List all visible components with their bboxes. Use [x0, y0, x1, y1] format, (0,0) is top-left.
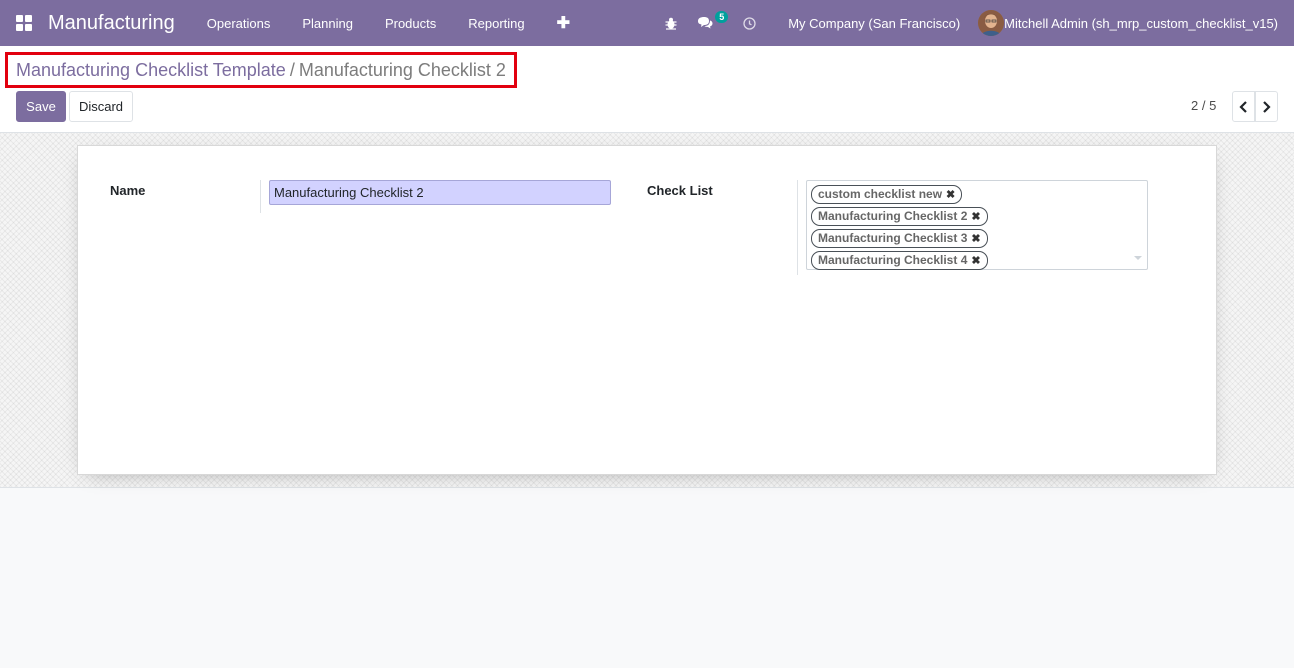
name-divider [260, 180, 261, 213]
form-sheet: Name Check List custom checklist new✖ Ma… [77, 145, 1217, 475]
pager-value[interactable]: 2 / 5 [1191, 98, 1216, 113]
apps-menu-icon[interactable] [0, 0, 48, 46]
breadcrumb-separator: / [289, 59, 295, 80]
menu-planning[interactable]: Planning [286, 0, 369, 46]
plus-icon[interactable]: ✚ [541, 0, 586, 46]
menu-operations[interactable]: Operations [191, 0, 287, 46]
tag-label: Manufacturing Checklist 4 [818, 253, 968, 267]
messages-badge: 5 [715, 11, 729, 23]
tag-label: Manufacturing Checklist 3 [818, 231, 968, 245]
clock-icon[interactable] [733, 0, 766, 46]
checklist-divider [797, 180, 798, 275]
checklist-tag: Manufacturing Checklist 4 ✖ [811, 251, 988, 270]
chat-icon[interactable]: 5 [687, 0, 733, 46]
company-switcher[interactable]: My Company (San Francisco) [766, 16, 978, 31]
tag-label: Manufacturing Checklist 2 [818, 209, 968, 223]
dropdown-caret-icon[interactable] [1134, 256, 1142, 260]
name-label: Name [110, 183, 146, 198]
user-menu[interactable]: Mitchell Admin (sh_mrp_custom_checklist_… [978, 10, 1294, 36]
chevron-right-icon [1263, 100, 1271, 113]
checklist-tags-field[interactable]: custom checklist new ✖ Manufacturing Chec… [806, 180, 1148, 270]
breadcrumb: Manufacturing Checklist Template / Manuf… [5, 52, 517, 88]
remove-tag-icon[interactable]: ✖ [971, 255, 980, 267]
remove-tag-icon[interactable]: ✖ [946, 189, 955, 201]
breadcrumb-parent-link[interactable]: Manufacturing Checklist Template [16, 60, 286, 81]
remove-tag-icon[interactable]: ✖ [971, 233, 980, 245]
chevron-left-icon [1239, 100, 1247, 113]
control-panel: Manufacturing Checklist Template / Manuf… [0, 46, 1294, 133]
tag-label: custom checklist new [818, 187, 943, 201]
user-name: Mitchell Admin (sh_mrp_custom_checklist_… [1004, 15, 1278, 31]
pager-previous-button[interactable] [1232, 91, 1255, 122]
bug-icon[interactable] [655, 0, 687, 46]
name-input[interactable] [269, 180, 611, 205]
checklist-tag: custom checklist new ✖ [811, 185, 963, 204]
checklist-tag: Manufacturing Checklist 3 ✖ [811, 229, 988, 248]
menu-products[interactable]: Products [369, 0, 452, 46]
app-name[interactable]: Manufacturing [48, 12, 191, 35]
pager-next-button[interactable] [1255, 91, 1278, 122]
form-background: Name Check List custom checklist new✖ Ma… [0, 133, 1294, 488]
top-navbar: Manufacturing Operations Planning Produc… [0, 0, 1294, 46]
checklist-tag: Manufacturing Checklist 2 ✖ [811, 207, 988, 226]
avatar [978, 10, 1005, 36]
remove-tag-icon[interactable]: ✖ [971, 211, 980, 223]
checklist-label: Check List [647, 183, 713, 198]
discard-button[interactable]: Discard [69, 91, 133, 122]
menu-reporting[interactable]: Reporting [452, 0, 540, 46]
breadcrumb-current: Manufacturing Checklist 2 [298, 59, 506, 80]
save-button[interactable]: Save [16, 91, 66, 122]
